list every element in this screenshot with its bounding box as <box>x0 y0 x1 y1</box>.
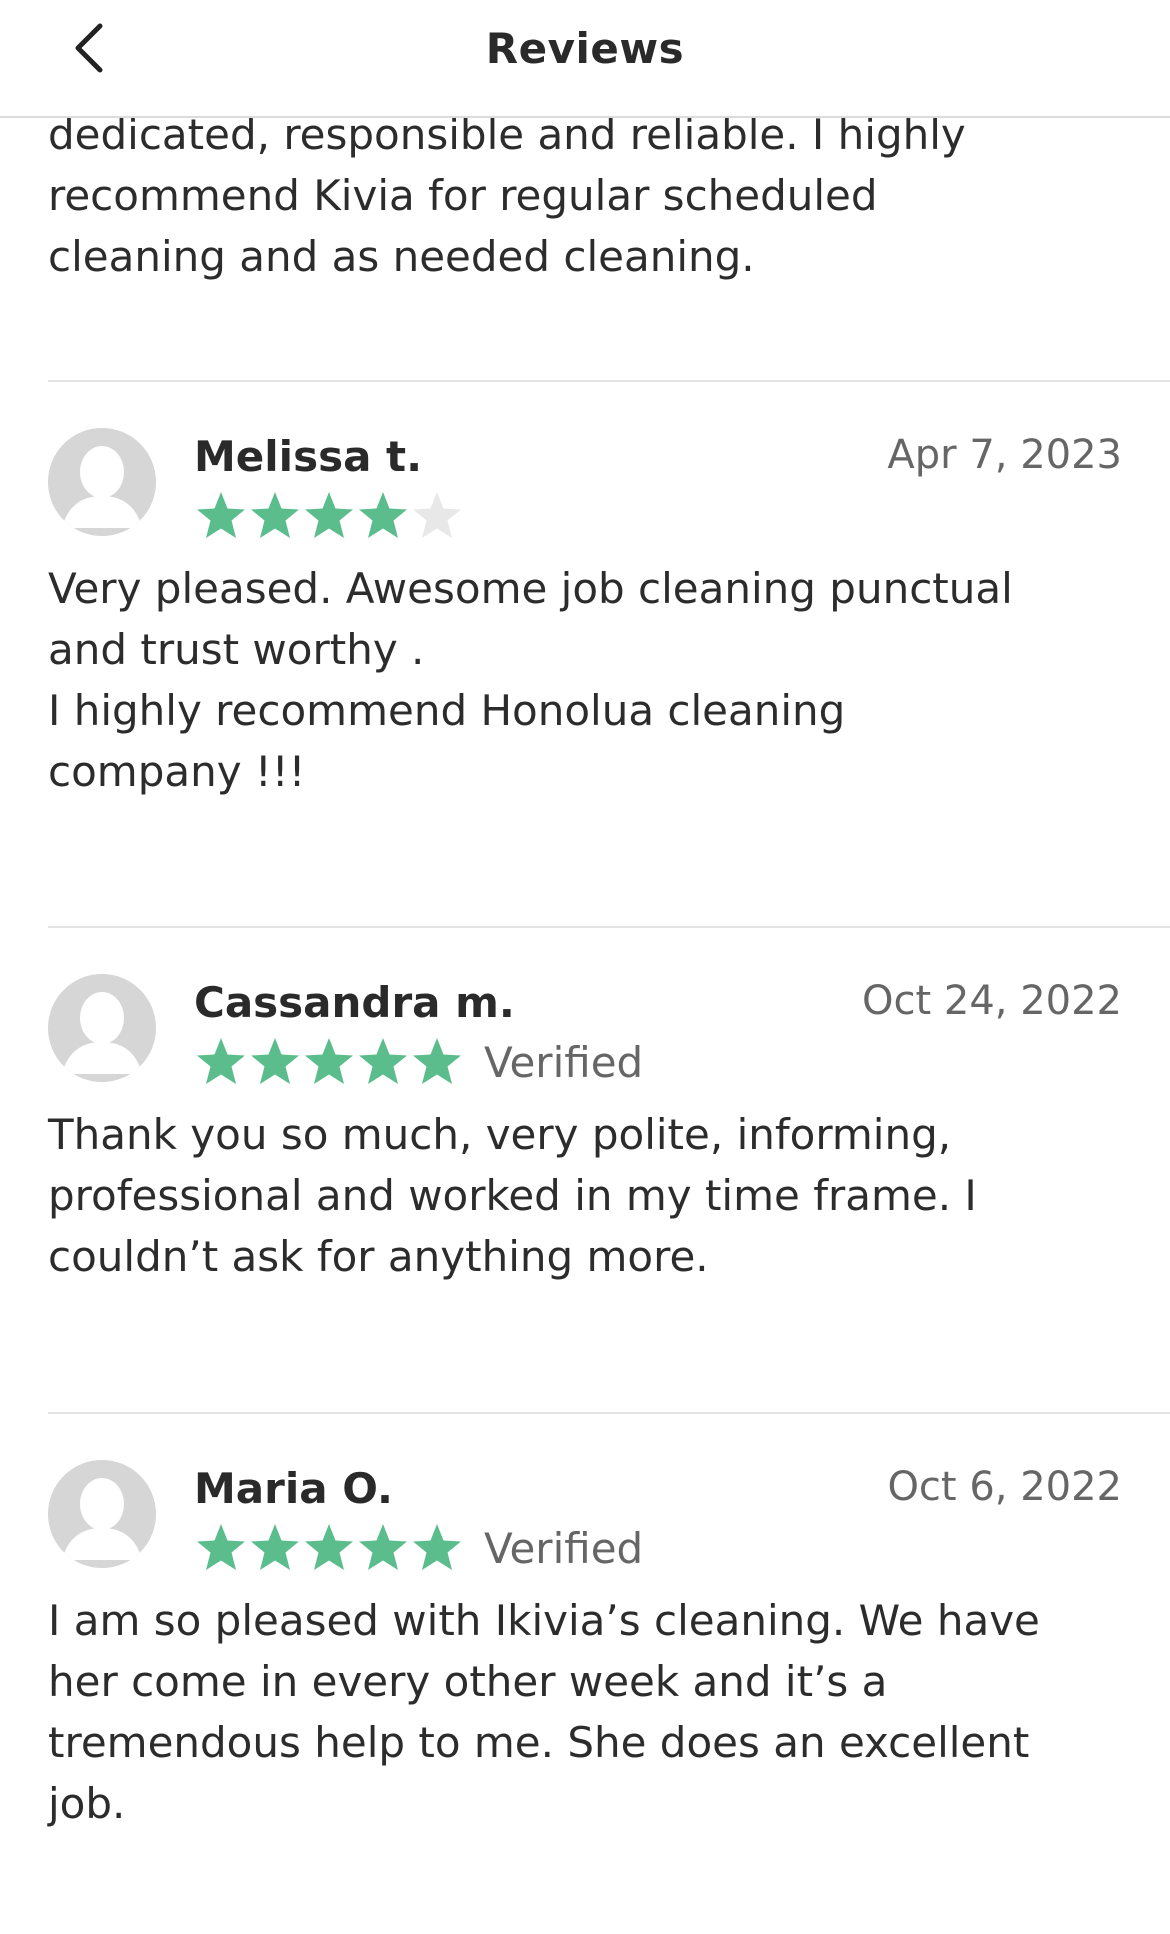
star-icon <box>197 1038 245 1084</box>
verified-label: Verified <box>484 1523 644 1573</box>
star-icon <box>413 1524 461 1570</box>
star-icon <box>305 492 353 538</box>
review-date: Oct 24, 2022 <box>862 978 1122 1024</box>
verified-label: Verified <box>484 1037 644 1087</box>
reviews-list[interactable]: dedicated, responsible and reliable. I h… <box>0 104 1170 1934</box>
previous-review-tail: dedicated, responsible and reliable. I h… <box>48 104 1170 382</box>
reviewer-name: Cassandra m. <box>194 978 515 1027</box>
top-bar: Reviews <box>0 0 1170 118</box>
review-card: Maria O. Oct 6, 2022 Verified I am so pl… <box>48 1414 1170 1934</box>
star-icon <box>413 492 461 538</box>
review-text: dedicated, responsible and reliable. I h… <box>48 110 966 281</box>
person-silhouette-icon <box>48 428 156 536</box>
review-date: Oct 6, 2022 <box>887 1464 1122 1510</box>
avatar <box>48 1460 156 1568</box>
reviewer-name: Melissa t. <box>194 432 423 481</box>
review-text: Thank you so much, very polite, informin… <box>48 1110 977 1281</box>
page-title: Reviews <box>485 24 685 73</box>
star-icon <box>197 1524 245 1570</box>
review-card: Cassandra m. Oct 24, 2022 Verified Thank… <box>48 928 1170 1414</box>
person-silhouette-icon <box>48 974 156 1082</box>
review-text: Very pleased. Awesome job cleaning punct… <box>48 564 1013 796</box>
review-card: Melissa t. Apr 7, 2023 Very pleased. Awe… <box>48 382 1170 928</box>
star-icon <box>305 1524 353 1570</box>
reviewer-name: Maria O. <box>194 1464 393 1513</box>
person-silhouette-icon <box>48 1460 156 1568</box>
review-date: Apr 7, 2023 <box>887 432 1122 478</box>
star-rating: Verified <box>194 1520 643 1576</box>
star-icon <box>359 492 407 538</box>
avatar <box>48 974 156 1082</box>
star-icon <box>251 1524 299 1570</box>
review-text: I am so pleased with Ikivia’s cleaning. … <box>48 1596 1040 1828</box>
star-icon <box>251 1038 299 1084</box>
star-rating <box>194 488 464 544</box>
star-icon <box>197 492 245 538</box>
star-icon <box>305 1038 353 1084</box>
star-icon <box>359 1524 407 1570</box>
avatar <box>48 428 156 536</box>
star-icon <box>359 1038 407 1084</box>
star-rating: Verified <box>194 1034 643 1090</box>
star-icon <box>413 1038 461 1084</box>
star-icon <box>251 492 299 538</box>
